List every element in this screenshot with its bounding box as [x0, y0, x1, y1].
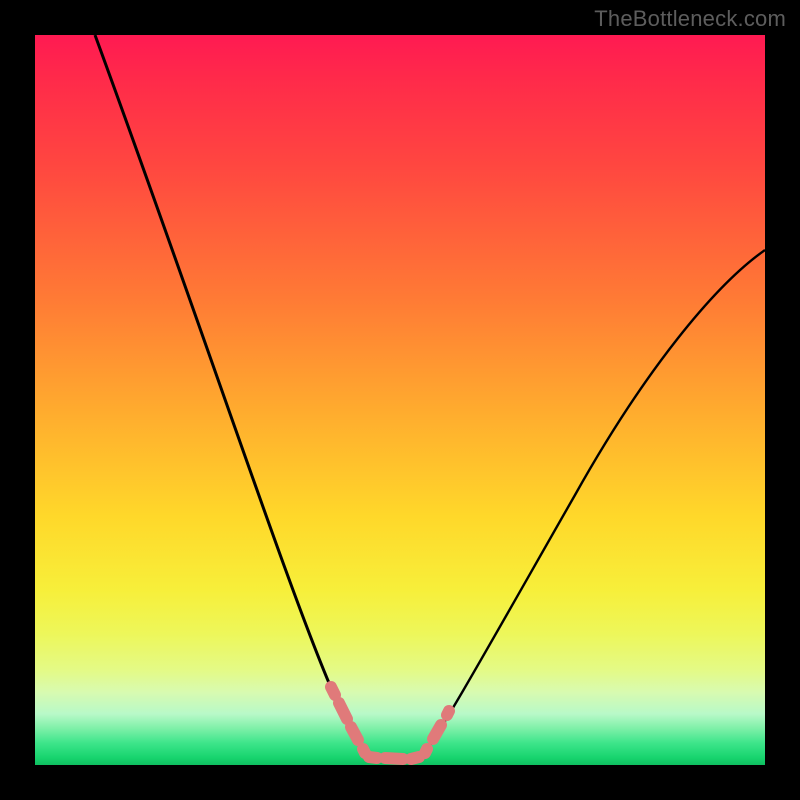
dot-seg: [425, 749, 427, 753]
plot-area: [35, 35, 765, 765]
curve-overlay: [35, 35, 765, 765]
chart-frame: TheBottleneck.com: [0, 0, 800, 800]
dot-seg: [363, 749, 365, 753]
dot-seg: [339, 703, 347, 719]
right-curve: [423, 250, 765, 755]
dot-seg: [385, 758, 403, 759]
dot-seg: [351, 727, 358, 740]
left-curve: [95, 35, 367, 755]
dot-seg: [447, 711, 449, 715]
dot-seg: [433, 725, 441, 739]
dot-seg: [369, 757, 377, 758]
watermark-text: TheBottleneck.com: [594, 6, 786, 32]
floor-dots: [331, 687, 449, 759]
dot-seg: [331, 687, 335, 695]
dot-seg: [411, 757, 419, 759]
